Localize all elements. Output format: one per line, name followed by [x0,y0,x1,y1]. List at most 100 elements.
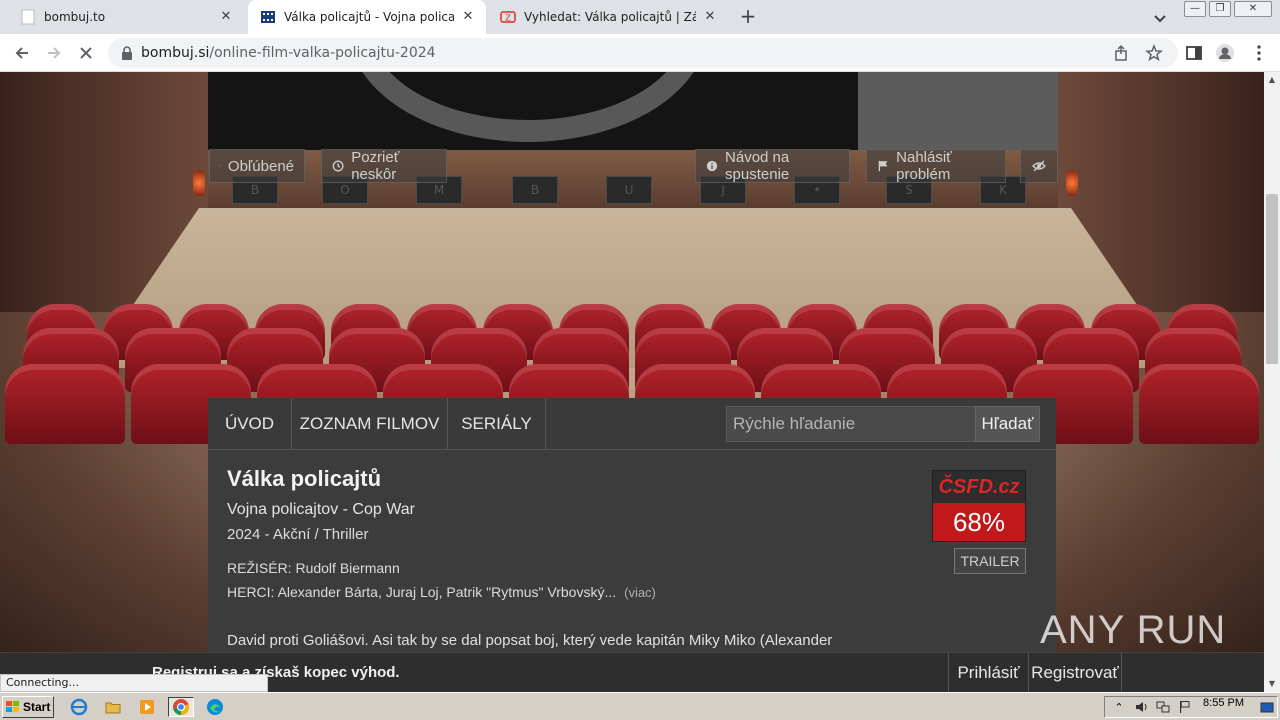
stage-letter: U [606,176,652,204]
anyrun-watermark: ANY RUN [1040,608,1226,653]
search-button[interactable]: Hľadať [975,406,1040,442]
speaker-icon[interactable] [1133,699,1149,715]
tab-title: bombuj.to [44,10,106,24]
favorite-button[interactable]: Obľúbené [209,149,305,183]
taskbar-clock: 8:55 PM [1203,697,1244,709]
edge-icon[interactable] [204,697,226,717]
guide-label: Návod na spustenie [725,149,790,183]
trailer-button[interactable]: TRAILER [954,548,1026,574]
page-scrollbar[interactable]: ▲ ▼ [1264,72,1280,692]
register-button[interactable]: Registrovať [1028,653,1122,692]
windows-taskbar: Start ⌃ 8:55 PM [0,692,1280,720]
start-button[interactable]: Start [2,696,54,718]
screen-logo-ring [348,72,708,142]
site-navigation: ÚVOD ZOZNAM FILMOV SERIÁLY Hľadať [208,398,1056,450]
bookmark-star-icon[interactable] [1145,43,1163,62]
close-icon[interactable]: ✕ [702,9,718,25]
stop-x-icon [80,47,92,59]
tab-bombuj-to[interactable]: bombuj.to ✕ [8,0,244,34]
window-close-button[interactable]: ✕ [1234,1,1272,17]
movie-description: David proti Goliášovi. Asi tak by se dal… [227,632,833,649]
wall-lamp [1066,170,1078,196]
forward-button[interactable] [42,41,66,65]
url-host: bombuj.si [141,45,210,61]
eye-slash-icon [1032,160,1046,172]
movie-year-genre: 2024 - Akční / Thriller [227,526,369,543]
heart-icon [220,165,221,167]
watch-later-button[interactable]: Pozrieť neskôr [321,149,447,183]
tab-title: Válka policajtů - Vojna policajtov onlin… [284,10,454,24]
report-label: Nahlásiť problém [896,149,952,183]
browser-tab-strip: bombuj.to ✕ Válka policajtů - Vojna poli… [0,0,1280,34]
url-path: /online-film-valka-policajtu-2024 [209,45,436,61]
nav-series[interactable]: SERIÁLY [448,398,546,450]
nav-home[interactable]: ÚVOD [208,398,292,450]
tab-zalohuj-search[interactable]: Z Vyhledat: Válka policajtů | Zálohuj.si… [488,0,728,34]
new-tab-button[interactable]: + [736,5,760,29]
csfd-logo: ČSFD.cz [933,471,1025,503]
cinema-screen [208,72,858,150]
movie-director: REŽISÉR: Rudolf Biermann [227,560,400,576]
scroll-down-arrow-icon[interactable]: ▼ [1264,676,1280,692]
side-panel-icon[interactable] [1184,43,1204,63]
stage-letter: B [512,176,558,204]
network-icon[interactable] [1155,699,1171,715]
blank-page-icon [20,9,36,25]
film-strip-icon [260,9,276,25]
nav-movie-list[interactable]: ZOZNAM FILMOV [292,398,448,450]
csfd-rating-badge[interactable]: ČSFD.cz 68% [932,470,1026,542]
hide-button[interactable] [1020,149,1058,183]
system-tray: ⌃ [1104,696,1278,718]
close-icon[interactable]: ✕ [460,9,476,25]
scroll-thumb[interactable] [1266,194,1278,364]
ie-icon[interactable] [68,697,90,717]
quick-search-input[interactable] [726,406,976,442]
stop-loading-button[interactable] [74,41,98,65]
arrow-left-icon [15,47,28,59]
scroll-up-arrow-icon[interactable]: ▲ [1264,72,1280,88]
tray-chevron-icon[interactable]: ⌃ [1111,699,1127,715]
url-text[interactable]: bombuj.si/online-film-valka-policajtu-20… [141,45,436,61]
login-button[interactable]: Prihlásiť [948,653,1028,692]
minimize-button[interactable]: — [1184,1,1206,17]
wall-lamp [193,170,205,196]
close-icon[interactable]: ✕ [218,9,234,25]
folder-icon[interactable] [102,697,124,717]
page-viewport: B O M B U J • S K Obľúbené Pozrieť neskô… [0,72,1264,692]
chrome-icon[interactable] [168,697,194,717]
watermark-text: ANY RUN [1040,608,1227,652]
info-icon [706,160,718,172]
svg-text:Z: Z [505,14,511,23]
start-label: Start [23,700,51,714]
csfd-score: 68% [952,506,1006,537]
tab-title: Vyhledat: Válka policajtů | Zálohuj.si [524,10,696,24]
movie-cast-names: HERCI: Alexander Bárta, Juraj Loj, Patri… [227,584,617,600]
movie-title: Válka policajtů [227,466,382,491]
favorite-label: Obľúbené [227,157,294,175]
browser-toolbar: bombuj.si/online-film-valka-policajtu-20… [0,34,1280,72]
guide-button[interactable]: Návod na spustenie [695,149,850,183]
flag-icon [878,160,888,172]
address-bar[interactable]: bombuj.si/online-film-valka-policajtu-20… [108,38,1178,68]
clock-icon [332,160,344,172]
cast-more-link[interactable]: (viac) [624,585,656,600]
media-player-icon[interactable] [136,697,158,717]
loading-status: Connecting... [0,674,268,692]
show-desktop-icon[interactable] [1260,700,1274,719]
tab-valka-policajtu[interactable]: Válka policajtů - Vojna policajtov onlin… [248,0,486,34]
windows-flag-icon [6,701,19,712]
back-button[interactable] [10,41,34,65]
action-center-flag-icon[interactable] [1177,699,1193,715]
restore-button[interactable]: ❐ [1209,1,1231,17]
profile-avatar-icon[interactable] [1215,43,1235,63]
arrow-right-icon [48,47,61,59]
share-icon[interactable] [1113,44,1131,62]
movie-cast: HERCI: Alexander Bárta, Juraj Loj, Patri… [227,584,656,600]
report-problem-button[interactable]: Nahlásiť problém [866,149,1006,183]
tab-search-chevron-icon[interactable] [1150,8,1170,28]
kebab-menu-icon[interactable] [1249,43,1269,63]
lock-icon[interactable] [120,45,134,65]
screen-side-panel [858,72,1058,150]
movie-alt-titles: Vojna policajtov - Cop War [227,501,415,518]
watch-later-label: Pozrieť neskôr [351,149,400,183]
